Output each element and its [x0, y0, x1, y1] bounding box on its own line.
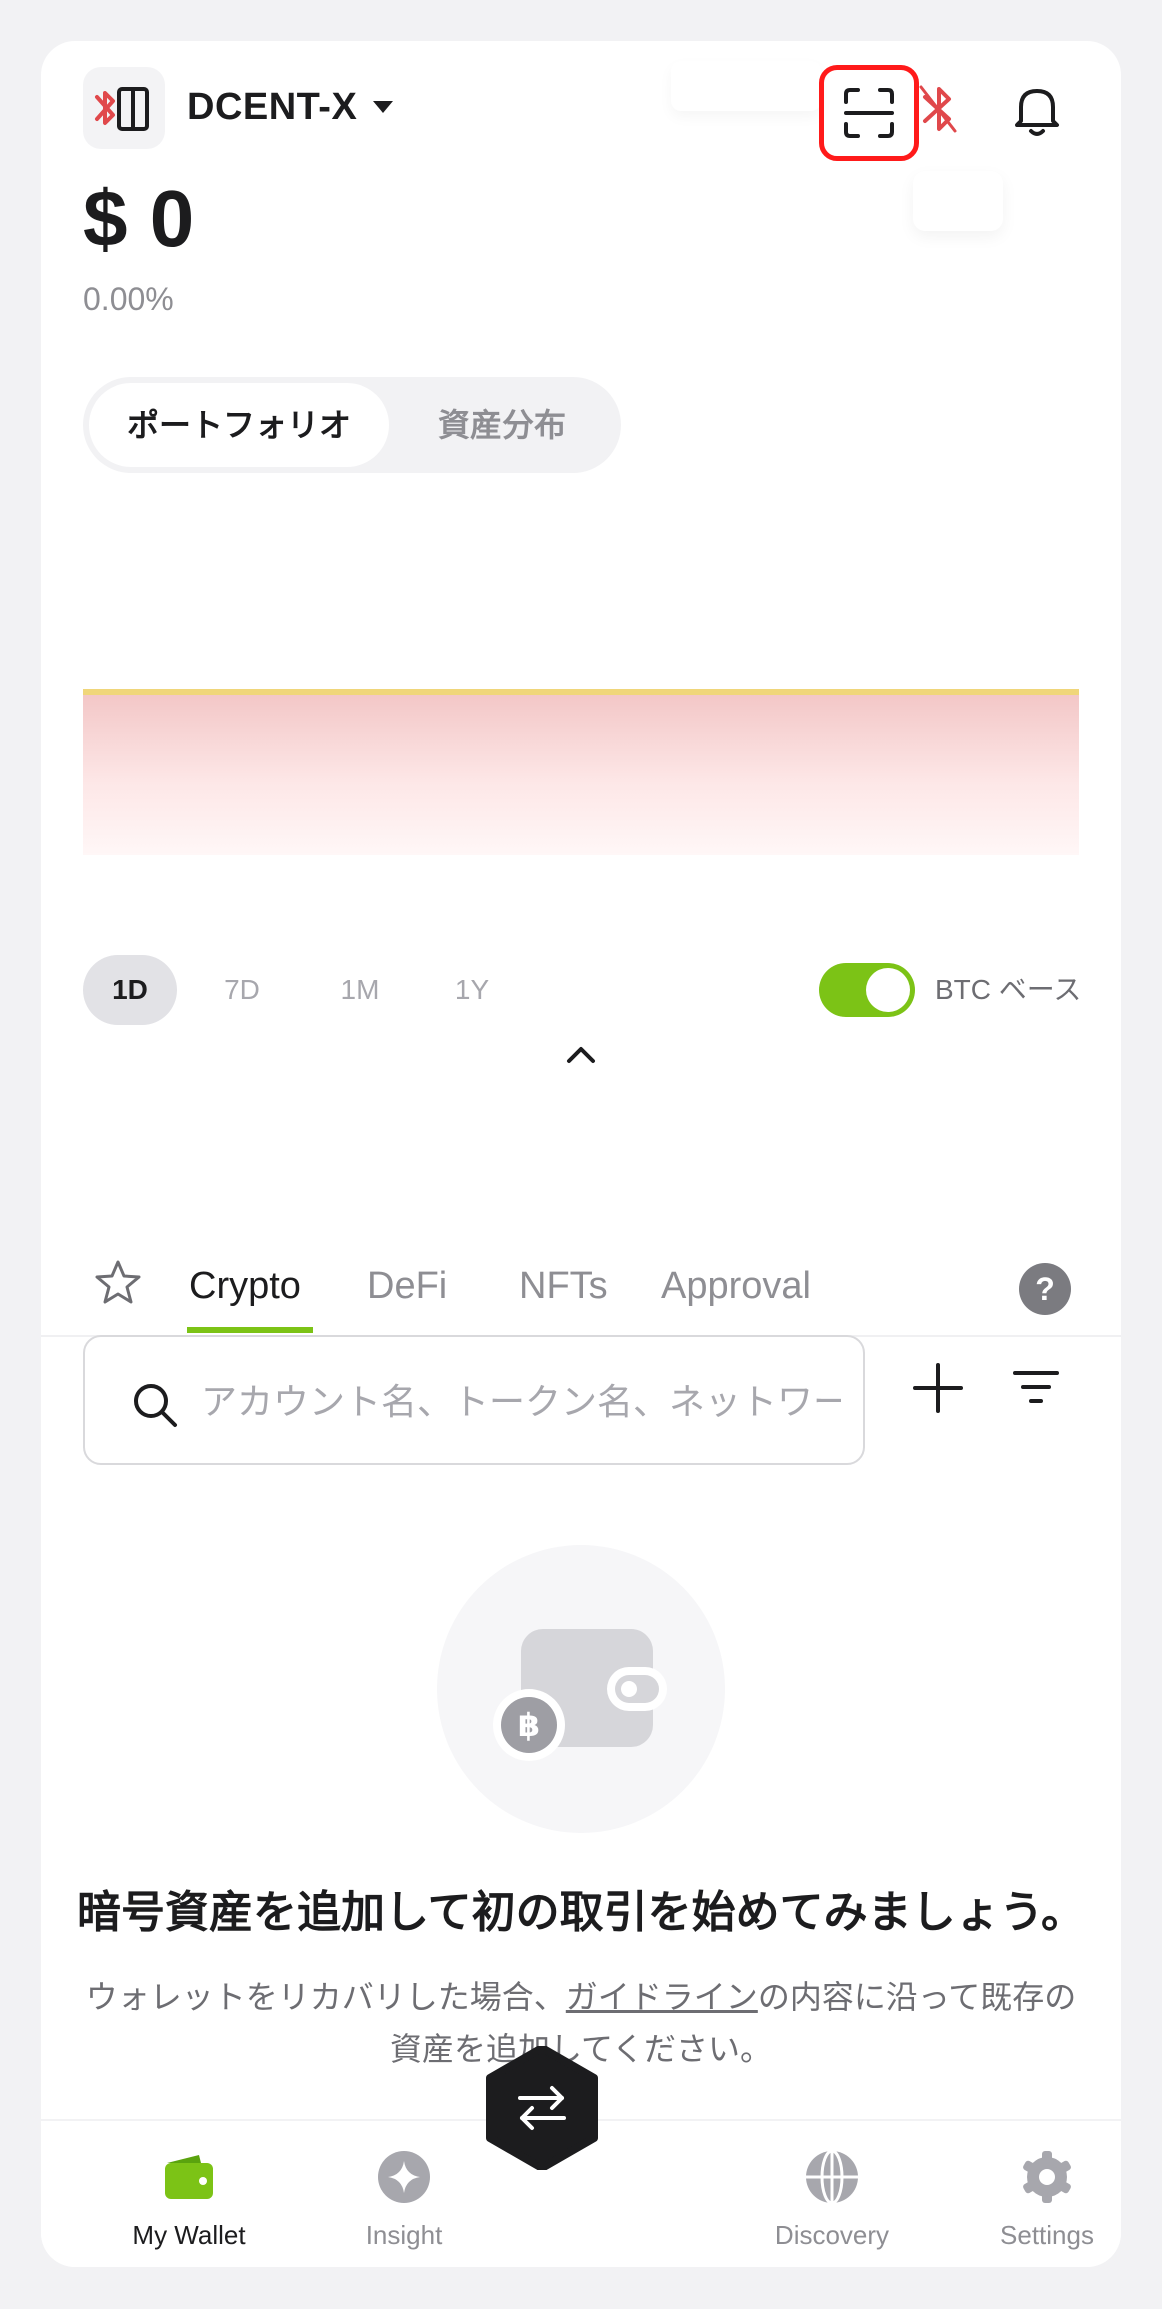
- guideline-link[interactable]: ガイドライン: [566, 1979, 758, 2015]
- wallet-icon: [165, 2155, 213, 2199]
- scan-icon: [844, 88, 894, 138]
- search-input[interactable]: [199, 1373, 843, 1431]
- balance-change: 0.00%: [83, 281, 174, 317]
- chevron-down-icon[interactable]: [373, 101, 393, 113]
- range-1d-button[interactable]: 1D: [83, 955, 177, 1025]
- gear-icon: [1023, 2151, 1071, 2203]
- search-icon: [134, 1384, 177, 1427]
- main-card: DCENT-X $ 0 0.00% ポートフォリオ 資産分布 1D 7D 1M …: [41, 41, 1121, 2267]
- nav-label: Insight: [365, 2220, 443, 2250]
- total-balance: $ 0: [83, 174, 195, 263]
- device-icon[interactable]: [83, 67, 165, 149]
- faded-overlay: [913, 171, 1003, 231]
- nav-label: My Wallet: [132, 2220, 246, 2250]
- range-1m-button[interactable]: 1M: [313, 955, 407, 1025]
- view-segment-control: ポートフォリオ 資産分布: [83, 377, 621, 473]
- bell-icon[interactable]: [1009, 81, 1065, 139]
- globe-icon: [806, 2149, 858, 2205]
- range-1y-button[interactable]: 1Y: [425, 955, 519, 1025]
- sparkle-icon: [378, 2151, 430, 2203]
- search-field[interactable]: [83, 1335, 865, 1465]
- star-icon[interactable]: [93, 1259, 143, 1307]
- bluetooth-off-icon[interactable]: [913, 81, 963, 137]
- tab-defi[interactable]: DeFi: [367, 1261, 447, 1311]
- range-7d-button[interactable]: 7D: [195, 955, 289, 1025]
- nav-label: Discovery: [774, 2220, 890, 2250]
- empty-wallet-illustration: ฿: [437, 1545, 725, 1833]
- svg-text:฿: ฿: [518, 1706, 540, 1744]
- tab-approval[interactable]: Approval: [661, 1261, 811, 1311]
- nav-insight[interactable]: Insight: [304, 2121, 504, 2267]
- faded-overlay: [671, 61, 821, 111]
- btc-base-toggle[interactable]: [819, 963, 915, 1017]
- qr-scan-button[interactable]: [819, 65, 919, 161]
- tab-nfts[interactable]: NFTs: [519, 1261, 608, 1311]
- active-tab-indicator: [187, 1327, 313, 1333]
- nav-label: Settings: [1000, 2220, 1094, 2250]
- asset-tabs: Crypto DeFi NFTs Approval ?: [41, 1201, 1121, 1337]
- add-icon[interactable]: [911, 1361, 965, 1415]
- empty-state-title: 暗号資産を追加して初の取引を始めてみましょう。: [76, 1888, 1086, 1937]
- empty-desc-text: ウォレットをリカバリした場合、: [85, 1979, 566, 2015]
- wallet-icon: ฿: [493, 1629, 667, 1761]
- toggle-knob: [866, 968, 910, 1012]
- filter-icon[interactable]: [1013, 1367, 1059, 1407]
- tab-crypto[interactable]: Crypto: [189, 1261, 301, 1311]
- nav-settings[interactable]: Settings: [947, 2121, 1121, 2267]
- device-name[interactable]: DCENT-X: [187, 81, 357, 133]
- help-icon[interactable]: ?: [1019, 1263, 1071, 1315]
- nav-discovery[interactable]: Discovery: [732, 2121, 932, 2267]
- tab-asset-distribution[interactable]: 資産分布: [389, 383, 615, 467]
- btc-base-label: BTC ベース: [935, 974, 1082, 1005]
- nav-my-wallet[interactable]: My Wallet: [89, 2121, 289, 2267]
- tab-portfolio[interactable]: ポートフォリオ: [89, 383, 389, 467]
- swap-button[interactable]: [480, 2046, 604, 2170]
- chevron-up-icon[interactable]: [565, 1043, 597, 1067]
- chart-area: [83, 695, 1079, 855]
